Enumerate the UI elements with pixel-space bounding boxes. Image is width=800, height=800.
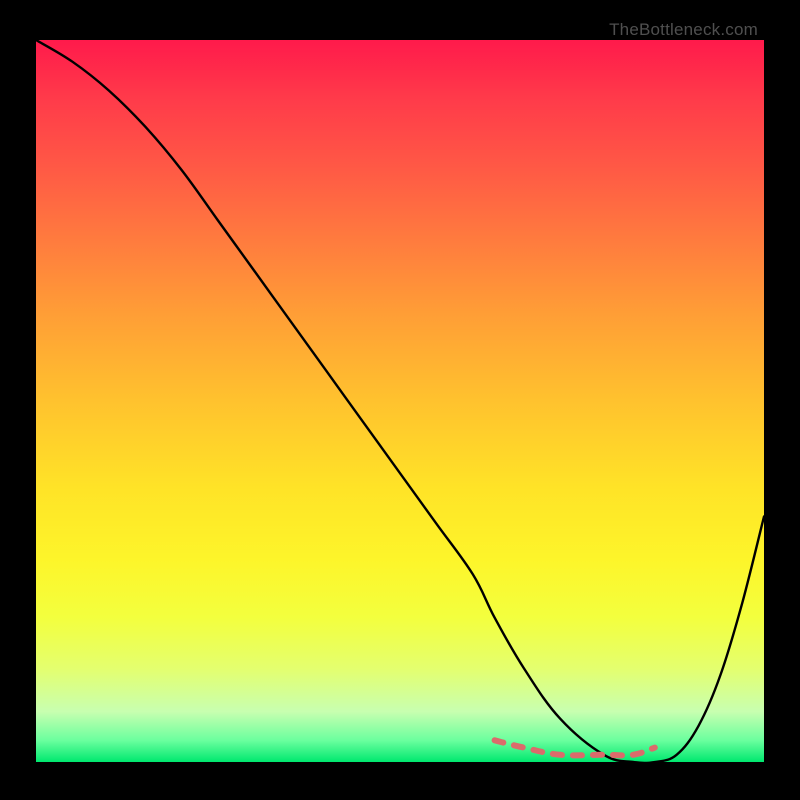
watermark-text: TheBottleneck.com bbox=[609, 20, 758, 40]
chart-svg bbox=[36, 40, 764, 762]
optimal-band bbox=[495, 740, 655, 755]
plot-area bbox=[36, 40, 764, 762]
chart-frame: TheBottleneck.com bbox=[36, 20, 764, 762]
bottleneck-curve bbox=[36, 40, 764, 762]
